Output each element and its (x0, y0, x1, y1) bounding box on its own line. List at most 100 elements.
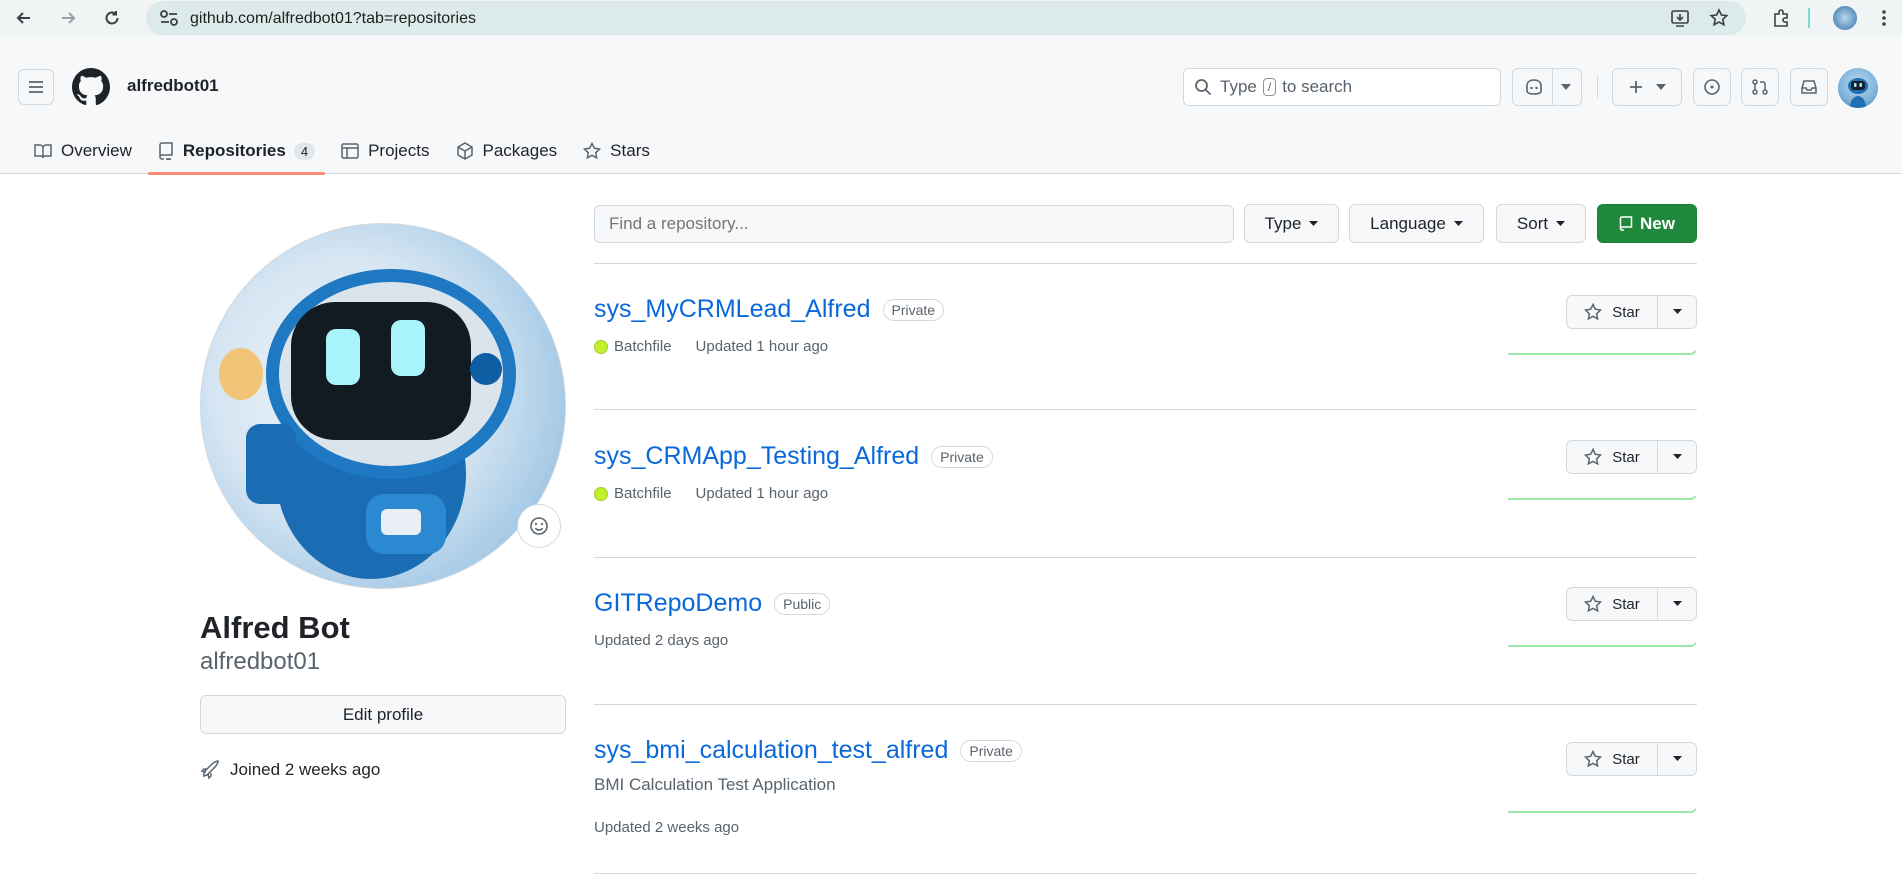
sort-button[interactable]: Sort (1496, 204, 1586, 243)
star-button[interactable]: Star (1566, 295, 1658, 329)
forward-icon[interactable] (56, 6, 80, 30)
tab-overview[interactable]: Overview (24, 128, 142, 174)
chevron-down-icon (1453, 220, 1463, 226)
search-shortcut-key: / (1262, 78, 1277, 96)
inbox-icon (1801, 80, 1817, 94)
context-username[interactable]: alfredbot01 (127, 76, 219, 96)
address-bar[interactable]: github.com/alfredbot01?tab=repositories (146, 1, 1746, 35)
repo-list-item: GITRepoDemo Public Updated 2 days ago St… (594, 587, 1697, 674)
browser-menu-icon[interactable] (1872, 6, 1896, 30)
star-label: Star (1612, 448, 1640, 466)
user-avatar[interactable] (1838, 68, 1878, 108)
chevron-down-icon (1656, 84, 1666, 90)
github-logo-icon[interactable] (72, 68, 110, 106)
find-repository-input[interactable] (594, 205, 1234, 243)
star-list-dropdown[interactable] (1658, 742, 1697, 776)
plus-icon (1630, 81, 1642, 93)
activity-sparkline (1508, 642, 1697, 647)
search-placeholder-pre: Type (1220, 77, 1257, 96)
header-divider (1597, 76, 1598, 98)
browser-toolbar: github.com/alfredbot01?tab=repositories (0, 0, 1902, 36)
divider (594, 263, 1697, 264)
star-icon (1584, 448, 1603, 466)
create-new-button[interactable] (1612, 68, 1682, 106)
star-button-group: Star (1566, 742, 1697, 776)
repo-list-item: sys_bmi_calculation_test_alfred Private … (594, 736, 1697, 851)
edit-profile-button[interactable]: Edit profile (200, 695, 566, 734)
hamburger-icon (29, 81, 43, 93)
toolbar-separator (1808, 8, 1810, 28)
browser-profile-avatar[interactable] (1833, 6, 1857, 30)
star-icon (1584, 303, 1603, 321)
tab-label: Repositories (182, 141, 286, 160)
type-filter-label: Type (1264, 213, 1302, 233)
repo-name-link[interactable]: sys_CRMApp_Testing_Alfred (594, 442, 919, 471)
star-label: Star (1612, 595, 1640, 613)
back-icon[interactable] (12, 6, 36, 30)
copilot-icon (1525, 79, 1542, 95)
search-input[interactable]: Type / to search (1183, 68, 1501, 106)
repo-name-link[interactable]: GITRepoDemo (594, 589, 762, 618)
star-label: Star (1612, 750, 1640, 768)
site-settings-icon[interactable] (158, 8, 180, 28)
star-button[interactable]: Star (1566, 440, 1658, 474)
url-text: github.com/alfredbot01?tab=repositories (190, 10, 476, 27)
star-button[interactable]: Star (1566, 742, 1658, 776)
copilot-button[interactable] (1512, 68, 1582, 106)
table-icon (341, 142, 359, 160)
book-icon (34, 142, 52, 160)
new-button-label: New (1640, 213, 1675, 233)
repo-meta: Updated 2 weeks ago (594, 819, 1697, 836)
repo-icon (158, 142, 174, 160)
visibility-badge: Private (931, 445, 993, 468)
divider (594, 409, 1697, 410)
smiley-icon (530, 517, 548, 535)
chevron-down-icon (1309, 220, 1319, 226)
repo-language: Batchfile (614, 338, 672, 355)
menu-button[interactable] (18, 69, 54, 105)
tab-stars[interactable]: Stars (573, 128, 660, 174)
visibility-badge: Public (774, 592, 831, 615)
tab-packages[interactable]: Packages (446, 128, 568, 174)
issues-button[interactable] (1693, 68, 1731, 106)
pull-requests-button[interactable] (1741, 68, 1779, 106)
repo-name-link[interactable]: sys_MyCRMLead_Alfred (594, 295, 871, 324)
tab-label: Projects (368, 141, 430, 160)
star-list-dropdown[interactable] (1658, 295, 1697, 329)
chevron-down-icon (1672, 756, 1682, 761)
language-filter-button[interactable]: Language (1349, 204, 1484, 243)
new-repository-button[interactable]: New (1597, 204, 1697, 243)
chevron-down-icon (1556, 220, 1566, 226)
tab-repositories[interactable]: Repositories 4 (147, 128, 326, 175)
repo-title-row: sys_MyCRMLead_Alfred Private (594, 295, 1697, 324)
repo-updated: Updated 1 hour ago (695, 485, 829, 502)
repositories-count-badge: 4 (293, 142, 316, 160)
reload-icon[interactable] (100, 6, 124, 30)
set-status-button[interactable] (517, 504, 561, 548)
tab-projects[interactable]: Projects (331, 128, 439, 174)
sort-label: Sort (1516, 213, 1549, 233)
activity-sparkline (1508, 495, 1697, 500)
bookmark-star-icon[interactable] (1707, 6, 1731, 30)
chevron-down-icon (1672, 601, 1682, 606)
star-icon (1584, 750, 1603, 768)
extensions-icon[interactable] (1769, 6, 1793, 30)
language-filter-label: Language (1370, 213, 1446, 233)
inbox-button[interactable] (1790, 68, 1828, 106)
install-app-icon[interactable] (1668, 6, 1692, 30)
chevron-down-icon (1672, 454, 1682, 459)
star-button-group: Star (1566, 295, 1697, 329)
profile-avatar[interactable] (200, 223, 566, 589)
star-button-group: Star (1566, 587, 1697, 621)
activity-sparkline (1508, 350, 1697, 355)
star-button[interactable]: Star (1566, 587, 1658, 621)
star-icon (583, 142, 602, 160)
repo-name-link[interactable]: sys_bmi_calculation_test_alfred (594, 736, 948, 765)
language-color-dot (594, 486, 608, 501)
repo-title-row: sys_CRMApp_Testing_Alfred Private (594, 442, 1697, 471)
star-list-dropdown[interactable] (1658, 587, 1697, 621)
star-list-dropdown[interactable] (1658, 440, 1697, 474)
chevron-down-icon (1672, 309, 1682, 314)
type-filter-button[interactable]: Type (1244, 204, 1339, 243)
repo-list-item: sys_CRMApp_Testing_Alfred Private Batchf… (594, 440, 1697, 527)
